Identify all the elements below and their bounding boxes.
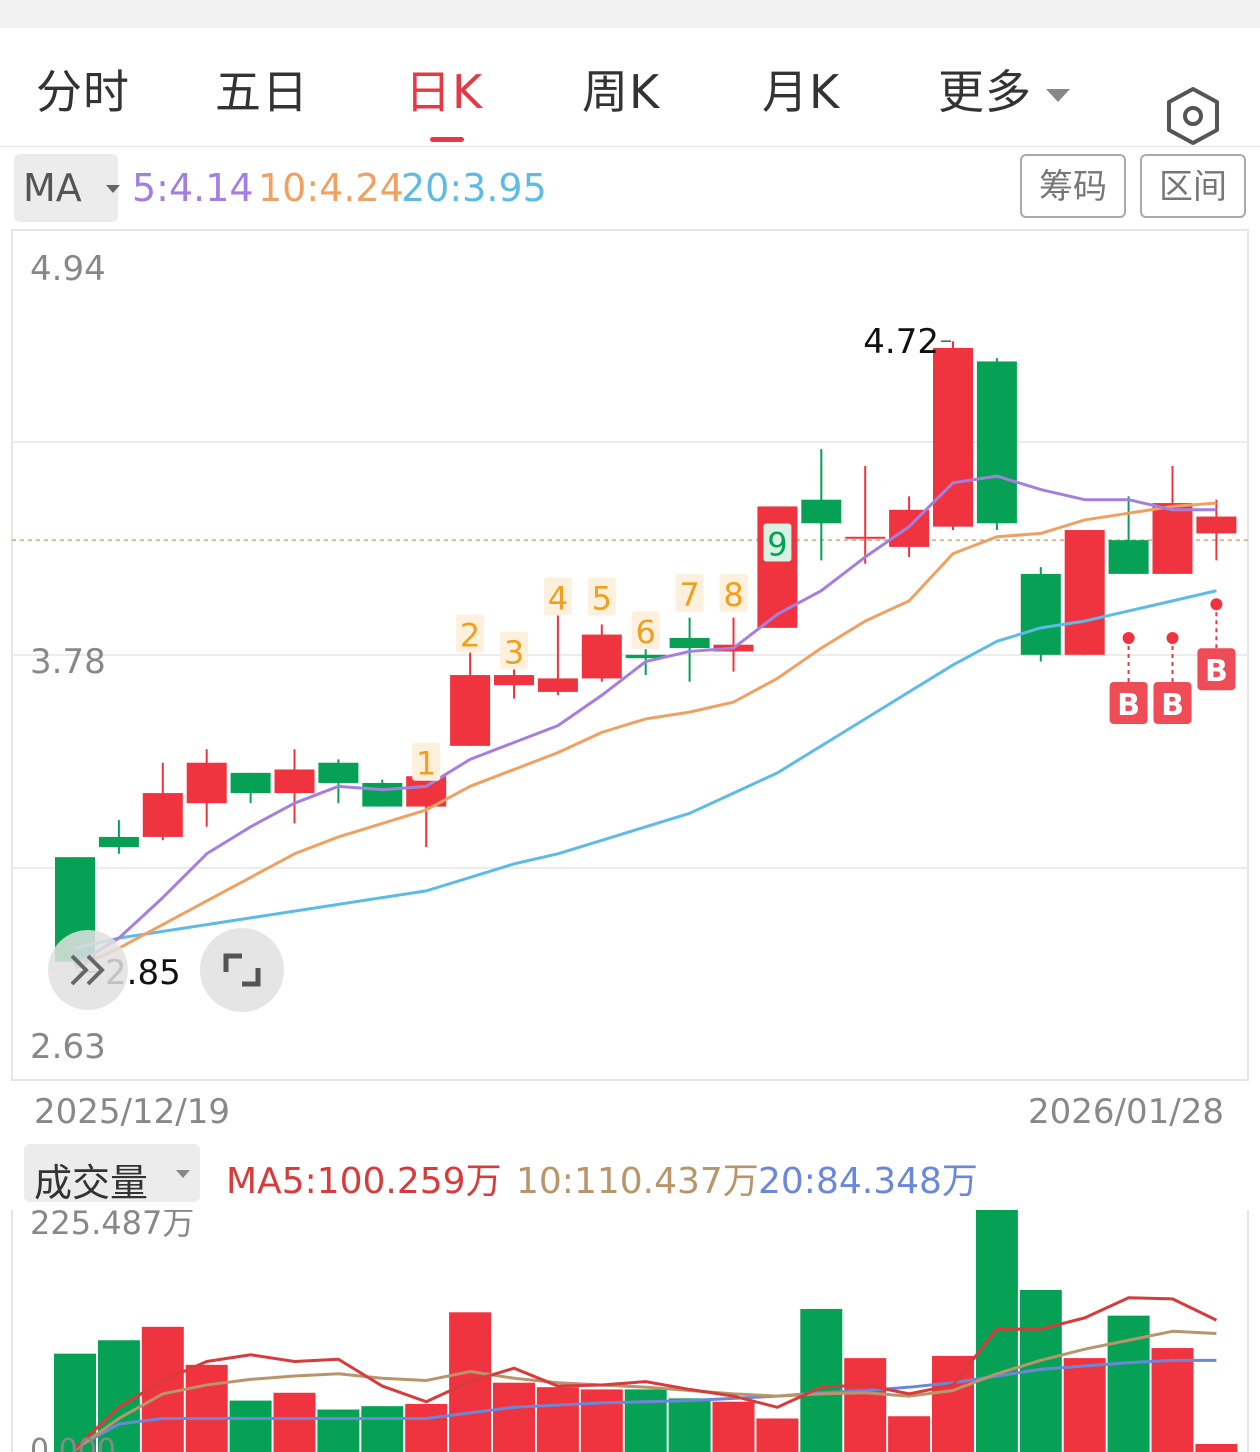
candle-body (98, 836, 139, 848)
chips-button[interactable]: 筹码 (1020, 154, 1126, 218)
buy-signal-label: B (1161, 688, 1184, 723)
volume-bar (317, 1409, 360, 1452)
tab-intraday[interactable]: 分时 (36, 56, 130, 122)
fullscreen-corners-icon[interactable] (200, 928, 284, 1012)
x-end-label: 2026/01/28 (1028, 1092, 1224, 1132)
seq-number: 9 (767, 526, 787, 564)
volume-bar (185, 1364, 228, 1452)
candle-body (1064, 530, 1105, 655)
vol-ma5-value: MA5:100.259万 (226, 1161, 502, 1202)
caret-down-icon (106, 185, 120, 193)
caret-down-icon (1046, 89, 1070, 102)
candle-body (362, 782, 403, 807)
high-price-label: 4.72 (863, 322, 939, 362)
volume-bar (273, 1392, 316, 1452)
range-button[interactable]: 区间 (1140, 154, 1246, 218)
ma-selector-label: MA (23, 166, 82, 210)
volume-bar (1195, 1444, 1238, 1452)
candle-body (933, 347, 973, 527)
double-chevron-right-icon[interactable] (48, 930, 128, 1010)
seq-number: 3 (504, 633, 524, 671)
candle-body (801, 499, 842, 524)
vol-ma10-value: 10:110.437万 (516, 1161, 759, 1202)
candle-body (450, 675, 491, 746)
candle-body (1152, 503, 1193, 574)
candle-body (186, 762, 227, 804)
volume-bar (405, 1403, 448, 1452)
volume-max-label: 225.487万 (30, 1210, 194, 1242)
volume-bar (932, 1355, 974, 1452)
caret-down-icon (176, 1170, 190, 1178)
seq-number: 6 (636, 613, 656, 651)
volume-chart[interactable]: 225.487万 0.000 (0, 1210, 1260, 1452)
candle-body (1108, 540, 1149, 574)
period-tabs: 分时 五日 日K 周K 月K 更多 (0, 28, 1260, 147)
ma20-value: 20:3.95 (401, 166, 547, 210)
tab-more-label: 更多 (938, 65, 1032, 119)
tab-more[interactable]: 更多 (938, 56, 1070, 122)
volume-bar (229, 1400, 272, 1452)
candle-body (1196, 516, 1237, 534)
candle-body (669, 637, 710, 649)
volume-bar (800, 1308, 843, 1452)
volume-bars-layer (54, 1210, 1238, 1452)
volume-bar (888, 1416, 931, 1452)
buy-signal-label: B (1205, 654, 1228, 689)
vol-ma20-value: 20:84.348万 (758, 1161, 978, 1202)
candle-body (494, 675, 534, 686)
candle-body (274, 769, 315, 794)
tab-monthly-k[interactable]: 月K (762, 56, 840, 122)
volume-bar (536, 1387, 579, 1452)
tab-weekly-k[interactable]: 周K (582, 56, 660, 122)
volume-bar (580, 1389, 623, 1452)
ma-indicator-bar: MA 5:4.14 10:4.24 20:3.95 筹码 区间 (0, 148, 1260, 228)
hexagon-settings-icon[interactable] (1165, 86, 1221, 146)
candle-body (1020, 573, 1061, 655)
ma-selector[interactable]: MA (14, 154, 120, 222)
buy-signal-label: B (1117, 688, 1140, 723)
volume-bar (844, 1358, 887, 1452)
volume-indicator-bar: 成交量 MA5:100.259万 10:110.437万 20:84.348万 (0, 1140, 1260, 1210)
tab-five-day[interactable]: 五日 (215, 56, 309, 122)
volume-bar (668, 1398, 711, 1452)
x-start-label: 2025/12/19 (34, 1092, 230, 1132)
candle-body (230, 772, 271, 794)
y-tick-label: 2.63 (30, 1027, 106, 1067)
volume-bar (712, 1401, 755, 1452)
status-strip (0, 0, 1260, 28)
candle-body (142, 793, 183, 837)
volume-bar (361, 1406, 404, 1452)
seq-number: 4 (548, 579, 568, 617)
volume-bar (1063, 1358, 1106, 1452)
ma10-value: 10:4.24 (258, 166, 404, 210)
volume-selector-label: 成交量 (34, 1161, 149, 1205)
seq-number: 1 (416, 745, 436, 783)
volume-bar (756, 1418, 799, 1452)
volume-bar (493, 1382, 535, 1452)
candlestick-chart[interactable]: 4.94 3.78 2.63 2025/12/19 2026/01/28 4.7… (0, 228, 1260, 1138)
ma5-value: 5:4.14 (132, 166, 254, 210)
candle-body (845, 536, 886, 539)
seq-number: 8 (723, 576, 743, 614)
candle-body (537, 678, 578, 692)
candle-body (318, 762, 359, 783)
volume-bar (624, 1389, 667, 1452)
candle-body (976, 361, 1017, 524)
seq-number: 7 (679, 576, 699, 614)
volume-bar (1151, 1348, 1194, 1452)
y-tick-label: 3.78 (30, 642, 106, 682)
candle-body (581, 634, 622, 679)
y-tick-label: 4.94 (30, 249, 106, 289)
volume-zero-label: 0.000 (30, 1433, 116, 1452)
active-tab-indicator (430, 137, 464, 142)
tab-daily-k[interactable]: 日K (405, 56, 483, 122)
seq-number: 2 (460, 617, 480, 655)
volume-selector[interactable]: 成交量 (24, 1144, 200, 1205)
seq-number: 5 (592, 579, 612, 617)
